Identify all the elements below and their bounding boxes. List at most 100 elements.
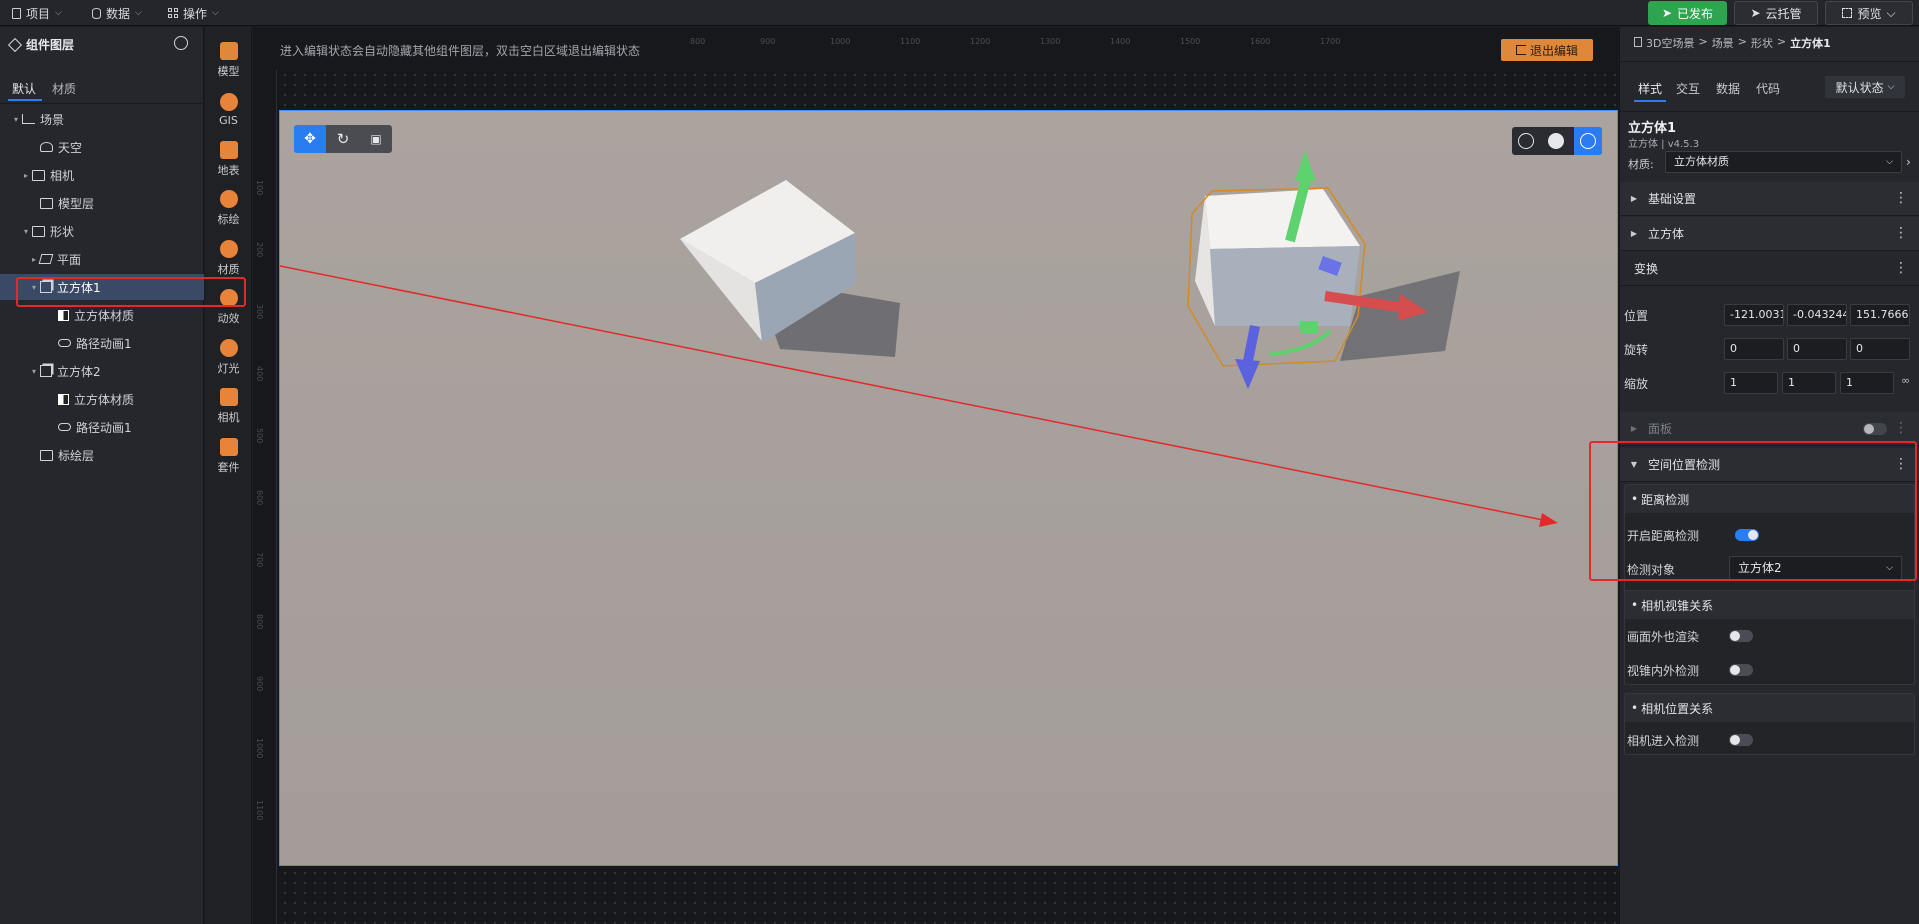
plane-icon: [38, 254, 54, 264]
material-select[interactable]: 立方体材质 ⌵: [1665, 151, 1902, 173]
category-light[interactable]: 灯光: [205, 332, 252, 382]
published-button[interactable]: ➤ 已发布: [1648, 1, 1727, 25]
cube-icon: [40, 281, 52, 293]
category-model[interactable]: 模型: [205, 35, 252, 85]
more-icon[interactable]: ⋮: [1894, 421, 1908, 435]
tree-item[interactable]: ▾ 立方体2: [0, 358, 204, 384]
caret-icon[interactable]: ▾: [10, 115, 22, 124]
scale-z-input[interactable]: 1: [1840, 372, 1894, 394]
panel-toggle[interactable]: [1863, 423, 1887, 435]
tree-item[interactable]: ▾ 场景: [0, 106, 204, 132]
tree-item-label: 立方体材质: [74, 308, 135, 323]
tree-item[interactable]: ▸ 相机: [0, 162, 204, 188]
caret-right-icon: ▶: [1630, 424, 1638, 433]
tree-item[interactable]: ▾ 形状: [0, 218, 204, 244]
section-basic[interactable]: ▶ 基础设置 ⋮: [1620, 182, 1919, 216]
section-panel[interactable]: ▶ 面板 ⋮: [1620, 412, 1919, 446]
camera-enter-toggle[interactable]: [1729, 734, 1753, 746]
scale-y-input[interactable]: 1: [1782, 372, 1836, 394]
folder-icon: [40, 449, 53, 461]
caret-down-icon: ▼: [1630, 460, 1638, 469]
position-y-input[interactable]: -0.043244: [1787, 304, 1847, 326]
chevron-down-icon: ⌵: [1886, 5, 1896, 20]
state-select[interactable]: 默认状态 ⌵: [1825, 76, 1905, 98]
tab-material[interactable]: 材质: [52, 80, 76, 97]
caret-icon[interactable]: ▾: [28, 283, 40, 292]
tab-data[interactable]: 数据: [1716, 80, 1740, 97]
preview-button[interactable]: 预览 ⌵: [1825, 1, 1913, 25]
chevron-right-icon[interactable]: ›: [1906, 155, 1911, 169]
category-kit[interactable]: 套件: [205, 431, 252, 481]
section-space-detect[interactable]: ▼ 空间位置检测 ⋮: [1620, 448, 1919, 482]
effect-icon: [219, 289, 238, 307]
menu-data[interactable]: 数据 ⌵: [92, 3, 142, 23]
offscreen-render-toggle[interactable]: [1729, 630, 1753, 642]
ruler-tick-label: 1400: [1110, 37, 1131, 46]
caret-icon[interactable]: ▾: [28, 367, 40, 376]
rotation-y-input[interactable]: 0: [1787, 338, 1847, 360]
category-gis[interactable]: GIS: [205, 85, 252, 135]
tab-default[interactable]: 默认: [12, 80, 36, 97]
ruler-tick-label: 700: [255, 552, 264, 568]
ruler-tick-label: 600: [255, 490, 264, 506]
frustum-header: • 相机视锥关系: [1625, 591, 1914, 619]
category-terrain[interactable]: 地表: [205, 134, 252, 184]
breadcrumb-item[interactable]: 场景: [1712, 35, 1734, 51]
cube-2-model[interactable]: [680, 180, 900, 357]
tree-item[interactable]: 路径动画1: [0, 330, 204, 356]
rotation-z-input[interactable]: 0: [1850, 338, 1910, 360]
enable-distance-toggle[interactable]: [1735, 529, 1759, 541]
frustum-detect-toggle[interactable]: [1729, 664, 1753, 676]
detect-target-select[interactable]: 立方体2 ⌵: [1729, 556, 1902, 580]
rotation-x-input[interactable]: 0: [1724, 338, 1784, 360]
tab-interaction[interactable]: 交互: [1676, 80, 1700, 97]
category-camera[interactable]: 相机: [205, 382, 252, 432]
camera-position-card: • 相机位置关系 相机进入检测: [1624, 693, 1915, 755]
cloud-host-button[interactable]: ➤ 云托管: [1734, 1, 1818, 25]
position-z-input[interactable]: 151.766647: [1850, 304, 1910, 326]
breadcrumb-item[interactable]: 形状: [1751, 35, 1773, 51]
position-x-input[interactable]: -121.00310: [1724, 304, 1784, 326]
link-icon[interactable]: ∞: [1901, 374, 1910, 387]
scale-x-input[interactable]: 1: [1724, 372, 1778, 394]
tab-style[interactable]: 样式: [1638, 80, 1662, 97]
category-effect[interactable]: 动效: [205, 283, 252, 333]
tree-item[interactable]: 天空: [0, 134, 204, 160]
tree-item[interactable]: ▸ 平面: [0, 246, 204, 272]
material-icon: [58, 393, 69, 405]
category-marker[interactable]: 标绘: [205, 184, 252, 234]
tree-item[interactable]: 路径动画1: [0, 414, 204, 440]
tree-item[interactable]: 立方体材质: [0, 302, 204, 328]
more-icon[interactable]: ⋮: [1894, 226, 1908, 240]
category-material[interactable]: 材质: [205, 233, 252, 283]
material-icon: [58, 309, 69, 321]
more-icon[interactable]: ⋮: [1894, 457, 1908, 471]
menu-project[interactable]: 项目 ⌵: [12, 3, 62, 23]
caret-icon[interactable]: ▾: [20, 227, 32, 236]
tree-item[interactable]: 立方体材质: [0, 386, 204, 412]
chevron-down-icon: ⌵: [55, 8, 62, 18]
tree-item[interactable]: ▾ 立方体1: [0, 274, 204, 300]
more-icon[interactable]: ⋮: [1894, 261, 1908, 275]
scene-svg: [280, 151, 1558, 527]
menu-operation[interactable]: 操作 ⌵: [168, 3, 219, 23]
section-cube[interactable]: ▶ 立方体 ⋮: [1620, 217, 1919, 251]
position-label: 位置: [1624, 309, 1649, 323]
section-space-detect-title: 空间位置检测: [1648, 458, 1721, 472]
search-icon[interactable]: [174, 36, 188, 50]
tab-code[interactable]: 代码: [1756, 80, 1780, 97]
tree-item-label: 平面: [57, 252, 82, 267]
section-transform[interactable]: 变换 ⋮: [1620, 252, 1919, 286]
3d-viewport[interactable]: ✥ ↻ ▣: [279, 110, 1618, 866]
layer-panel: 组件图层 默认 材质 ▾ 场景 天空 ▸ 相机 模型层 ▾ 形状 ▸ 平面 ▾ 立方体1 立方体材质 路径…: [0, 27, 204, 924]
breadcrumb-item[interactable]: 3D空场景: [1646, 35, 1694, 51]
tree-item[interactable]: 标绘层: [0, 442, 204, 468]
detect-target-label: 检测对象: [1627, 563, 1676, 577]
send-icon: ➤: [1661, 6, 1673, 20]
more-icon[interactable]: ⋮: [1894, 191, 1908, 205]
tree-item[interactable]: 模型层: [0, 190, 204, 216]
caret-icon[interactable]: ▸: [20, 171, 32, 180]
cube-1-model[interactable]: [1187, 151, 1460, 389]
category-label: GIS: [219, 113, 238, 127]
ruler-tick-label: 800: [690, 37, 706, 46]
